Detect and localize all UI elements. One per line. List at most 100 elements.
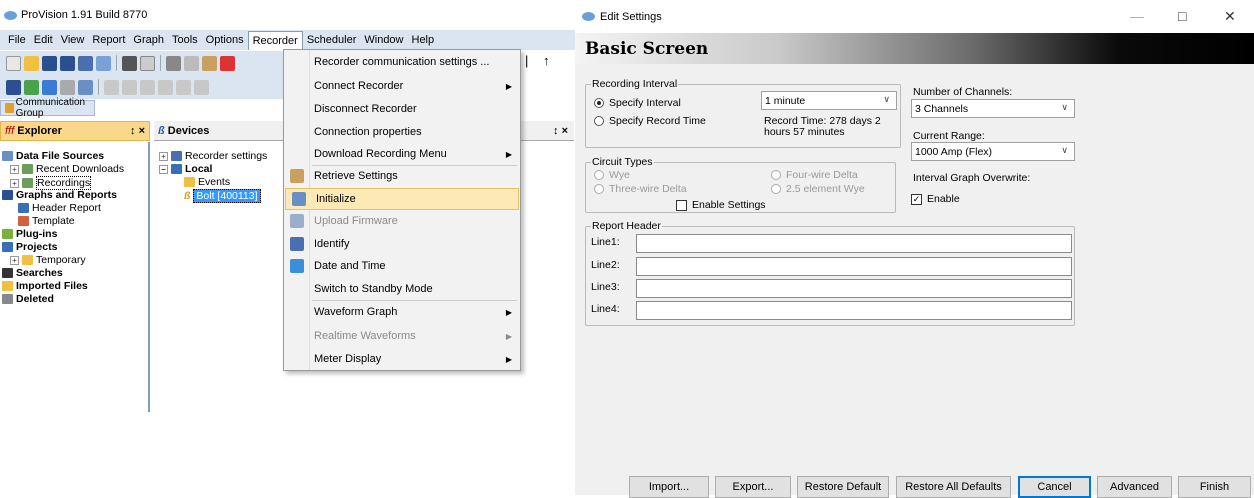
menu-item-label: Upload Firmware — [314, 215, 398, 227]
collapse-icon[interactable]: − — [159, 164, 168, 174]
expand-icon[interactable]: + — [10, 255, 19, 265]
tree-projects[interactable]: Projects — [2, 241, 57, 253]
interval-graph-enable-checkbox[interactable]: ✓ Enable — [911, 193, 960, 205]
tree-local[interactable]: − Local — [159, 163, 212, 175]
menu-options[interactable]: Options — [202, 31, 248, 49]
menu-tools[interactable]: Tools — [168, 31, 202, 49]
tool-c-icon[interactable] — [140, 79, 155, 95]
report-icon[interactable] — [78, 79, 93, 95]
interval-select[interactable]: 1 minute ∨ — [761, 91, 897, 110]
tool-a-icon[interactable] — [104, 79, 119, 95]
save-icon[interactable] — [42, 55, 57, 71]
tree-header-report[interactable]: Header Report — [18, 202, 101, 214]
tree-events[interactable]: Events — [184, 176, 230, 188]
grid-icon[interactable] — [6, 79, 21, 95]
menu-item-realtime-waveforms[interactable]: Realtime Waveforms ▶ — [284, 325, 520, 347]
new-icon[interactable] — [6, 55, 21, 71]
arrow-up-icon[interactable]: ↑ — [543, 53, 550, 68]
enable-settings-checkbox[interactable]: Enable Settings — [676, 199, 766, 211]
minimize-icon[interactable]: — — [1130, 8, 1144, 24]
expand-icon[interactable]: + — [10, 178, 19, 188]
menu-item-download-recording-menu[interactable]: Download Recording Menu ▶ — [284, 143, 520, 165]
folder-icon — [2, 281, 13, 291]
menu-item-date-and-time[interactable]: Date and Time — [284, 255, 520, 277]
maximize-icon[interactable]: □ — [1178, 8, 1186, 24]
menu-item-retrieve-settings[interactable]: Retrieve Settings — [284, 165, 520, 187]
two-five-element-wye-radio[interactable]: 2.5 element Wye — [771, 183, 865, 195]
menu-report[interactable]: Report — [88, 31, 129, 49]
pencil-icon[interactable] — [60, 79, 75, 95]
current-range-select[interactable]: 1000 Amp (Flex) ∨ — [911, 142, 1075, 161]
submenu-arrow-icon: ▶ — [505, 354, 512, 364]
save-as-icon[interactable] — [78, 55, 93, 71]
menu-item-identify[interactable]: Identify — [284, 233, 520, 255]
menu-edit[interactable]: Edit — [30, 31, 57, 49]
explorer-pin-icon[interactable]: ↕ — [130, 125, 136, 137]
tree-recorder-settings[interactable]: + Recorder settings — [159, 150, 267, 162]
window-icon[interactable] — [96, 55, 111, 71]
copy-icon[interactable] — [184, 55, 199, 71]
tree-searches[interactable]: Searches — [2, 267, 63, 279]
chart-icon[interactable] — [42, 79, 57, 95]
tree-template[interactable]: Template — [18, 215, 75, 227]
recording-interval-group: Recording Interval Specify Interval Spec… — [585, 78, 901, 148]
save-all-icon[interactable] — [60, 55, 75, 71]
delete-icon[interactable] — [220, 55, 235, 71]
radio-indicator — [771, 184, 781, 194]
menu-item-initialize[interactable]: Initialize — [285, 188, 519, 210]
line4-input[interactable] — [636, 301, 1072, 320]
basic-screen-banner: Basic Screen — [575, 33, 1254, 64]
menu-item-waveform-graph[interactable]: Waveform Graph ▶ — [284, 301, 520, 323]
cut-icon[interactable] — [166, 55, 181, 71]
line1-input[interactable] — [636, 234, 1072, 253]
line2-input[interactable] — [636, 257, 1072, 276]
three-wire-delta-radio[interactable]: Three-wire Delta — [594, 183, 687, 195]
channels-select[interactable]: 3 Channels ∨ — [911, 99, 1075, 118]
tree-recordings[interactable]: + Recordings — [10, 176, 92, 190]
tree-deleted[interactable]: Deleted — [2, 293, 54, 305]
open-folder-icon[interactable] — [24, 55, 39, 71]
menu-item-disconnect-recorder[interactable]: Disconnect Recorder — [284, 98, 520, 120]
tool-d-icon[interactable] — [158, 79, 173, 95]
tree-label: Recorder settings — [185, 150, 268, 162]
connect-icon[interactable] — [24, 79, 39, 95]
specify-record-time-radio[interactable]: Specify Record Time — [594, 115, 706, 127]
tree-bolt[interactable]: ß Bolt [400113] — [184, 189, 261, 203]
devices-close-icon[interactable]: × — [562, 125, 568, 137]
menu-item-connect-recorder[interactable]: Connect Recorder ▶ — [284, 75, 520, 97]
communication-group-tab[interactable]: Communication Group — [0, 97, 95, 119]
tree-graphs-reports[interactable]: Graphs and Reports — [2, 189, 117, 201]
tree-data-file-sources[interactable]: Data File Sources — [2, 150, 104, 162]
menu-help[interactable]: Help — [408, 31, 439, 49]
menu-file[interactable]: File — [4, 31, 30, 49]
devices-pin-icon[interactable]: ↕ — [553, 125, 559, 137]
menu-item-switch-to-standby-mode[interactable]: Switch to Standby Mode — [284, 278, 520, 300]
close-icon[interactable]: ✕ — [1224, 8, 1236, 25]
tree-plugins[interactable]: Plug-ins — [2, 228, 57, 240]
menu-window[interactable]: Window — [360, 31, 407, 49]
menu-scheduler[interactable]: Scheduler — [303, 31, 361, 49]
tree-temporary[interactable]: + Temporary — [10, 254, 86, 266]
four-wire-delta-radio[interactable]: Four-wire Delta — [771, 169, 858, 181]
menu-recorder[interactable]: Recorder — [247, 30, 303, 50]
expand-icon[interactable]: + — [10, 164, 19, 174]
tree-recent-downloads[interactable]: + Recent Downloads — [10, 163, 124, 175]
tree-imported-files[interactable]: Imported Files — [2, 280, 88, 292]
menu-item-meter-display[interactable]: Meter Display ▶ — [284, 348, 520, 370]
expand-icon[interactable]: + — [159, 151, 168, 161]
tool-b-icon[interactable] — [122, 79, 137, 95]
specify-interval-radio[interactable]: Specify Interval — [594, 97, 681, 109]
line3-input[interactable] — [636, 279, 1072, 298]
menu-item-connection-properties[interactable]: Connection properties — [284, 121, 520, 143]
tool-e-icon[interactable] — [176, 79, 191, 95]
menu-graph[interactable]: Graph — [129, 31, 168, 49]
explorer-close-icon[interactable]: × — [139, 125, 145, 137]
menu-view[interactable]: View — [57, 31, 89, 49]
menu-item-upload-firmware[interactable]: Upload Firmware — [284, 210, 520, 232]
wye-radio[interactable]: Wye — [594, 169, 630, 181]
print-preview-icon[interactable] — [140, 55, 155, 71]
tool-f-icon[interactable] — [194, 79, 209, 95]
print-icon[interactable] — [122, 55, 137, 71]
menu-item-recorder-communication-settings[interactable]: Recorder communication settings ... — [284, 51, 520, 73]
paste-icon[interactable] — [202, 55, 217, 71]
